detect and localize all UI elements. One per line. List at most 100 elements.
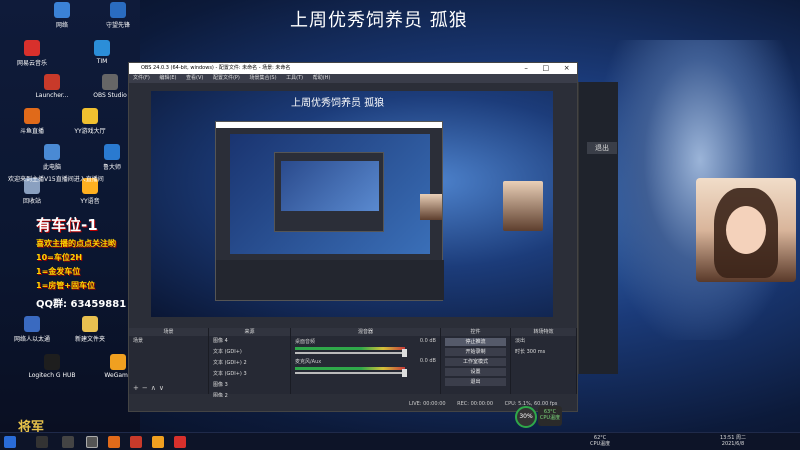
desktop-icon-label: 网络 [55, 22, 68, 29]
desktop-icon[interactable]: 守望先锋 [88, 2, 148, 29]
mic-volume-slider[interactable] [295, 369, 407, 377]
menu-file[interactable]: 文件(F) [133, 75, 150, 81]
mixer-desktop: 桌面音频 0.0 dB [291, 336, 440, 357]
cpu-temp-label: CPU温度 [539, 415, 561, 421]
fps-badge: 30% [515, 406, 537, 428]
taskbar: 62°C CPU温度 13:51 周二 2021/6/8 [0, 432, 800, 450]
app-taskbar-icon[interactable] [108, 436, 120, 448]
obs-menubar: 文件(F) 编辑(E) 查看(V) 配置文件(P) 场景集合(S) 工具(T) … [129, 74, 577, 83]
controls-title: 控件 [441, 328, 510, 336]
obs-title-text: OBS 24.0.3 (64-bit, windows) - 配置文件: 未命名… [141, 65, 291, 71]
mixer-desktop-label: 桌面音频 [295, 339, 316, 345]
menu-help[interactable]: 帮助(H) [313, 75, 331, 81]
desktop-meter [295, 347, 405, 350]
menu-tools[interactable]: 工具(T) [286, 75, 303, 81]
app-icon [44, 354, 60, 370]
desktop-icon[interactable]: Launcher... [22, 74, 82, 99]
desktop-icon-label: TIM [96, 58, 108, 65]
source-item[interactable]: 图像 3 [209, 380, 290, 391]
start-icon[interactable] [4, 436, 16, 448]
desktop-icon-label: 网络人以太通 [13, 336, 50, 343]
obs-preview[interactable]: 上周优秀饲养员 孤狼 [151, 91, 553, 317]
mixer-desktop-db: 0.0 dB [419, 338, 436, 344]
task-view-icon[interactable] [62, 436, 74, 448]
sources-panel: 来源 图像 4 文本 (GDI+) 文本 (GDI+) 2 文本 (GDI+) … [209, 328, 291, 399]
promo-qq-label: QQ群: [36, 299, 68, 310]
desktop-icon[interactable]: 网易云音乐 [2, 40, 62, 67]
app-icon [24, 40, 40, 56]
source-item[interactable]: 图像 4 [209, 336, 290, 347]
desktop-icon-label: 新建文件夹 [74, 336, 105, 343]
close-icon[interactable]: × [564, 63, 570, 74]
side-exit-button[interactable]: 退出 [587, 142, 617, 154]
source-item[interactable]: 文本 (GDI+) [209, 347, 290, 358]
desktop-icon[interactable]: 斗鱼直播 [2, 108, 62, 135]
desktop-icon[interactable]: 新建文件夹 [60, 316, 120, 343]
app-icon [102, 74, 118, 90]
stop-streaming-button[interactable]: 停止推流 [445, 338, 506, 346]
obs-docks: 场景 场景 +−∧∨ 来源 图像 4 文本 (GDI+) 文本 (GDI+) 2… [129, 328, 577, 399]
mixer-mic-db: 0.0 dB [419, 358, 436, 364]
webcam-face [726, 206, 766, 254]
transition-duration[interactable]: 时长 300 ms [511, 347, 576, 358]
studio-mode-button[interactable]: 工作室模式 [445, 358, 506, 366]
menu-profile[interactable]: 配置文件(P) [213, 75, 240, 81]
obs-taskbar-icon[interactable] [86, 436, 98, 448]
obs-statusbar: LIVE: 00:00:00 REC: 00:00:00 CPU: 5.1%, … [129, 397, 577, 411]
app-icon [110, 354, 126, 370]
desktop-icon-label: YY游戏大厅 [74, 128, 106, 135]
app-icon [54, 2, 70, 18]
scene-item[interactable]: 场景 [129, 336, 208, 347]
desktop-icon-label: 此电脑 [42, 164, 61, 171]
source-item[interactable]: 文本 (GDI+) 3 [209, 369, 290, 380]
status-live: LIVE: 00:00:00 [409, 401, 446, 407]
desktop-icon[interactable]: Logitech G HUB [22, 354, 82, 379]
app-icon [24, 316, 40, 332]
search-icon[interactable] [36, 436, 48, 448]
desktop-icon[interactable]: 网络人以太通 [2, 316, 62, 343]
desktop-icon-label: 网易云音乐 [16, 60, 47, 67]
desktop-icon[interactable]: 网络 [32, 2, 92, 29]
clock-date: 2021/6/8 [721, 441, 745, 447]
preview-title: 上周优秀饲养员 孤狼 [291, 98, 385, 109]
scenes-title: 场景 [129, 328, 208, 336]
start-recording-button[interactable]: 开始录制 [445, 348, 506, 356]
app-icon [82, 108, 98, 124]
nested-preview [230, 134, 442, 254]
menu-view[interactable]: 查看(V) [186, 75, 203, 81]
duration-value: 300 ms [526, 349, 546, 355]
banner-title: 上周优秀饲养员 孤狼 [290, 10, 468, 31]
app-taskbar-icon[interactable] [152, 436, 164, 448]
desktop-volume-slider[interactable] [295, 349, 407, 357]
source-item[interactable]: 文本 (GDI+) 2 [209, 358, 290, 369]
scenes-toolbar[interactable]: +−∧∨ [133, 384, 167, 392]
mixer-mic: 麦克风/Aux 0.0 dB [291, 356, 440, 377]
transitions-title: 转场特效 [511, 328, 576, 336]
exit-button[interactable]: 退出 [445, 378, 506, 386]
app-icon [44, 144, 60, 160]
transition-select[interactable]: 淡出 [511, 336, 576, 347]
nested-obs-1 [215, 121, 444, 301]
app-taskbar-icon[interactable] [130, 436, 142, 448]
minimize-icon[interactable]: – [524, 63, 528, 74]
clock[interactable]: 13:51 周二 2021/6/8 [720, 435, 746, 447]
app-icon [44, 74, 60, 90]
netease-taskbar-icon[interactable] [174, 436, 186, 448]
preview-webcam [503, 181, 543, 231]
status-rec: REC: 00:00:00 [457, 401, 494, 407]
settings-button[interactable]: 设置 [445, 368, 506, 376]
controls-panel: 控件 停止推流 开始录制 工作室模式 设置 退出 [441, 328, 511, 394]
nested-preview-2 [281, 161, 379, 211]
menu-edit[interactable]: 编辑(E) [159, 75, 176, 81]
app-icon [24, 108, 40, 124]
app-icon [94, 40, 110, 56]
welcome-text: 欢迎来到主播V15直播间进入直播间 [8, 176, 104, 183]
desktop-icon[interactable]: 此电脑 [22, 144, 82, 171]
desktop-icon[interactable]: YY游戏大厅 [60, 108, 120, 135]
app-icon [104, 144, 120, 160]
maximize-icon[interactable]: □ [542, 63, 549, 74]
mixer-title: 混音器 [291, 328, 440, 336]
mixer-panel: 混音器 桌面音频 0.0 dB 麦克风/Aux 0.0 dB [291, 328, 441, 394]
desktop-icon[interactable]: TIM [72, 40, 132, 65]
menu-scene-collection[interactable]: 场景集合(S) [249, 75, 276, 81]
